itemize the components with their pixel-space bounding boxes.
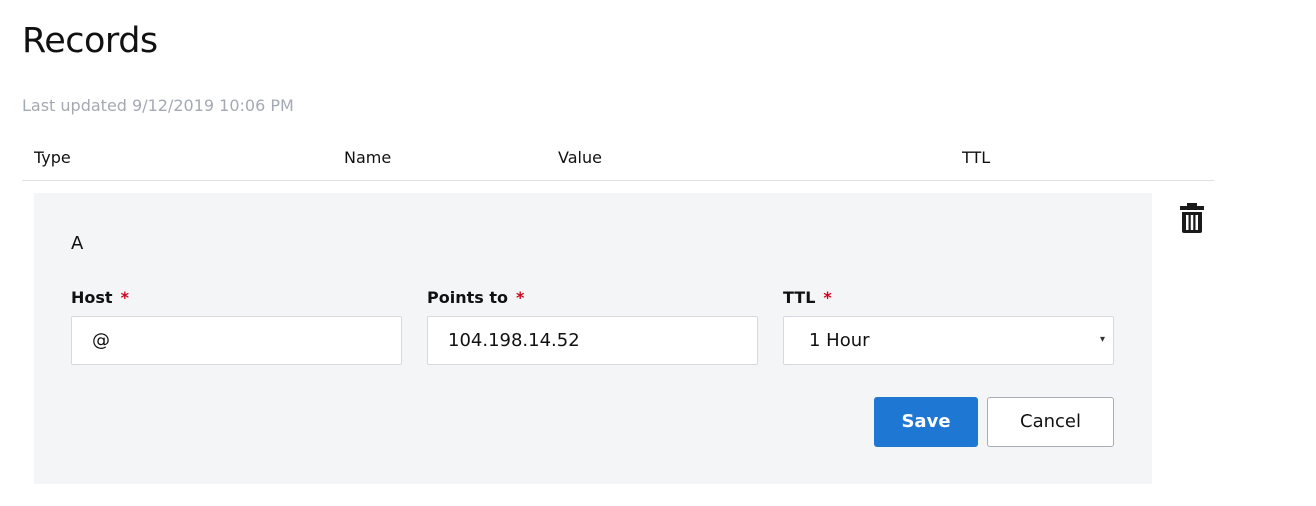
points-to-input[interactable]: [427, 316, 758, 365]
record-type: A: [71, 233, 84, 254]
records-table-header: Type Name Value TTL: [22, 137, 1214, 181]
column-header-value: Value: [558, 148, 602, 167]
column-header-ttl: TTL: [962, 148, 991, 167]
last-updated-text: Last updated 9/12/2019 10:06 PM: [22, 96, 294, 115]
points-to-label: Points to *: [427, 288, 524, 308]
caret-down-icon: ▾: [1099, 334, 1105, 345]
column-header-name: Name: [344, 148, 392, 167]
ttl-required-marker: *: [823, 288, 832, 307]
save-button[interactable]: Save: [874, 397, 978, 447]
ttl-select-value: 1 Hour: [809, 330, 870, 351]
trash-icon: [1180, 203, 1204, 233]
page-title: Records: [22, 21, 158, 61]
points-to-required-marker: *: [515, 288, 525, 307]
host-input[interactable]: [71, 316, 402, 365]
ttl-label: TTL *: [783, 288, 832, 308]
record-edit-panel: A Host * Points to * TTL * 1 Hour ▾ Save Ca…: [34, 193, 1152, 484]
ttl-select[interactable]: 1 Hour ▾: [783, 316, 1114, 365]
delete-record-button[interactable]: [1178, 202, 1206, 234]
ttl-label-text: TTL: [783, 288, 816, 307]
host-label: Host *: [71, 288, 129, 308]
host-label-text: Host: [71, 288, 113, 307]
column-header-type: Type: [34, 148, 71, 167]
points-to-label-text: Points to: [427, 288, 508, 307]
dns-records-page: Records Last updated 9/12/2019 10:06 PM …: [0, 0, 1316, 506]
cancel-button[interactable]: Cancel: [987, 397, 1114, 447]
host-required-marker: *: [120, 288, 129, 307]
